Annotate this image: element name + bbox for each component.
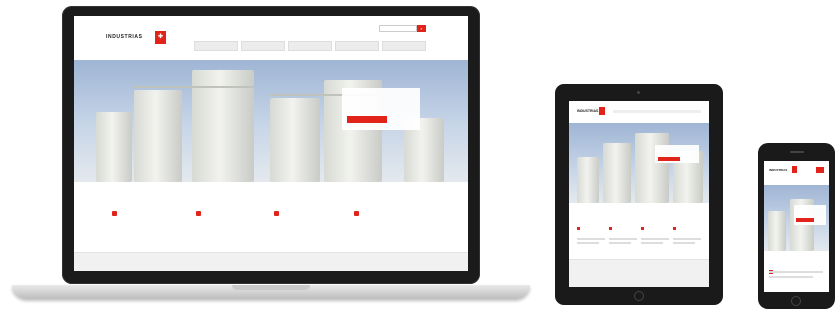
search-button[interactable]: ⌕ xyxy=(417,25,426,32)
site-footer xyxy=(74,252,468,271)
laptop-screen: INDUSTRIAS ✚ ⌕ xyxy=(74,16,468,271)
railing xyxy=(134,86,254,88)
text-line xyxy=(673,242,696,244)
text-line xyxy=(609,242,632,244)
tablet-footer xyxy=(569,259,709,287)
logo-badge-icon[interactable]: ✚ xyxy=(155,31,166,44)
tablet-feature-4[interactable] xyxy=(673,217,701,244)
silo-shape xyxy=(768,211,786,251)
feature-4[interactable] xyxy=(354,205,424,226)
hero-button[interactable] xyxy=(347,116,387,123)
laptop-notch xyxy=(232,285,310,290)
text-line xyxy=(577,242,600,244)
phone-menu-button[interactable] xyxy=(816,167,824,173)
tablet-home-button[interactable] xyxy=(634,291,644,301)
tablet-feature-1[interactable] xyxy=(577,217,605,244)
nav-item-1[interactable] xyxy=(194,41,238,51)
silo-shape xyxy=(270,98,320,182)
text-line xyxy=(673,238,701,240)
phone-hero-image xyxy=(764,185,829,251)
features-row xyxy=(74,182,468,252)
tablet-feature-3[interactable] xyxy=(641,217,669,244)
logo-text[interactable]: INDUSTRIAS xyxy=(106,34,143,40)
silo-shape xyxy=(603,143,631,203)
tablet-camera xyxy=(637,91,640,94)
phone-icon xyxy=(577,227,580,230)
gear-icon xyxy=(673,227,676,230)
phone-logo-text[interactable]: INDUSTRIAS xyxy=(769,168,787,172)
phone-screen: INDUSTRIAS xyxy=(764,161,829,292)
info-icon xyxy=(641,227,644,230)
main-nav xyxy=(194,41,426,51)
info-icon xyxy=(274,211,279,217)
feature-3[interactable] xyxy=(274,205,344,226)
silo-shape xyxy=(134,90,182,182)
feature-1[interactable] xyxy=(112,205,182,226)
phone-icon xyxy=(112,211,117,217)
text-line xyxy=(609,238,637,240)
tablet-hero-callout xyxy=(655,145,699,163)
site-header: INDUSTRIAS ✚ ⌕ xyxy=(74,16,468,60)
gear-icon xyxy=(354,211,359,217)
nav-item-4[interactable] xyxy=(335,41,379,51)
phone-hero-callout xyxy=(794,205,826,225)
nav-item-3[interactable] xyxy=(288,41,332,51)
text-line xyxy=(769,276,813,278)
search-input[interactable] xyxy=(379,25,417,32)
phone-speaker xyxy=(790,151,804,153)
silo-shape xyxy=(96,112,132,182)
text-line xyxy=(641,242,664,244)
text-line xyxy=(769,271,823,273)
text-line xyxy=(641,238,669,240)
tablet-logo-text[interactable]: INDUSTRIAS xyxy=(577,109,598,113)
feature-2[interactable] xyxy=(196,205,266,226)
silo-shape xyxy=(577,157,599,203)
nav-item-5[interactable] xyxy=(382,41,426,51)
tablet-screen: INDUSTRIAS xyxy=(569,101,709,287)
tablet-nav[interactable] xyxy=(613,110,701,113)
tablet-hero-image xyxy=(569,123,709,203)
document-icon xyxy=(196,211,201,217)
phone-hero-button[interactable] xyxy=(796,218,814,222)
tablet-logo-badge-icon xyxy=(599,107,605,115)
phone-home-button[interactable] xyxy=(791,296,801,306)
phone-logo-badge-icon xyxy=(792,166,797,173)
silo-shape xyxy=(635,133,669,203)
hero-image xyxy=(74,60,468,182)
document-icon xyxy=(609,227,612,230)
nav-item-2[interactable] xyxy=(241,41,285,51)
search-icon: ⌕ xyxy=(420,26,423,31)
text-line xyxy=(577,238,605,240)
hero-callout xyxy=(342,88,420,130)
tablet-hero-button[interactable] xyxy=(658,157,680,161)
tablet-feature-2[interactable] xyxy=(609,217,637,244)
tablet-features xyxy=(577,217,701,244)
